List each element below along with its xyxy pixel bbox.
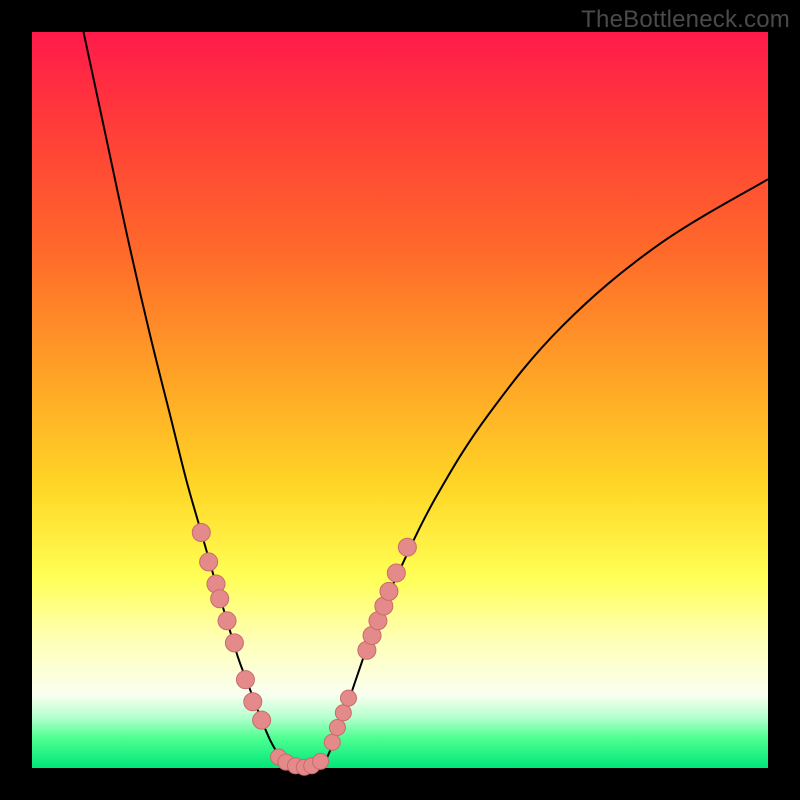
curve-svg — [32, 32, 768, 768]
data-marker — [324, 734, 340, 750]
data-marker — [340, 690, 356, 706]
plot-area — [32, 32, 768, 768]
data-marker — [380, 582, 398, 600]
data-marker — [329, 720, 345, 736]
data-marker — [218, 612, 236, 630]
data-marker — [200, 553, 218, 571]
watermark-text: TheBottleneck.com — [581, 6, 790, 34]
data-marker — [236, 671, 254, 689]
data-marker — [244, 693, 262, 711]
marker-group — [192, 523, 416, 775]
data-marker — [192, 523, 210, 541]
data-marker — [398, 538, 416, 556]
data-marker — [313, 753, 329, 769]
data-marker — [335, 705, 351, 721]
chart-frame: TheBottleneck.com — [0, 0, 800, 800]
bottleneck-curve — [84, 32, 768, 768]
data-marker — [253, 711, 271, 729]
data-marker — [225, 634, 243, 652]
data-marker — [387, 564, 405, 582]
data-marker — [211, 590, 229, 608]
